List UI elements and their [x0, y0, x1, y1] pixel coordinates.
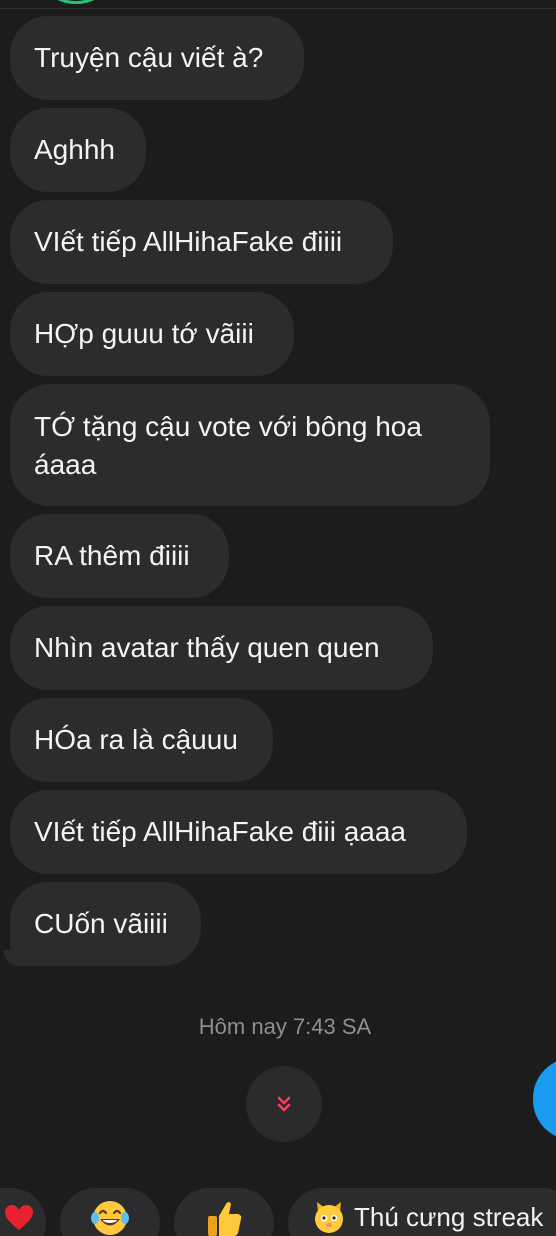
thumbs-up-icon — [208, 1202, 242, 1236]
chat-screen: Truyện cậu viết à? Aghhh VIết tiếp AllHi… — [0, 0, 556, 1236]
pet-streak-label: Thú cưng streak — [354, 1202, 544, 1232]
message-bubble[interactable]: Aghhh — [10, 108, 146, 192]
message-text: CUốn vãiiii — [34, 908, 168, 939]
message-bubble[interactable]: HÓa ra là cậuuu — [10, 698, 273, 782]
pet-face-icon — [315, 1202, 343, 1233]
laughing-tears-emoji-icon — [91, 1201, 129, 1235]
message-text: HỢp guuu tớ vãiii — [34, 318, 254, 349]
timestamp: Hôm nay 7:43 SA — [198, 1014, 372, 1039]
heart-icon — [5, 1205, 33, 1230]
message-text: Nhìn avatar thấy quen quen — [34, 632, 380, 663]
message-bubble[interactable]: Nhìn avatar thấy quen quen — [10, 606, 433, 690]
message-text: HÓa ra là cậuuu — [34, 724, 238, 755]
quick-laugh-button[interactable] — [60, 1188, 160, 1236]
message-text: VIết tiếp AllHihaFake điii ạaaa — [34, 816, 406, 847]
message-bubble[interactable]: CUốn vãiiii — [10, 882, 201, 966]
avatar-ring[interactable] — [44, 0, 108, 4]
message-bubble[interactable]: VIết tiếp AllHihaFake điii ạaaa — [10, 790, 467, 874]
message-text: Aghhh — [34, 134, 115, 165]
message-bubble[interactable]: HỢp guuu tớ vãiii — [10, 292, 294, 376]
scroll-to-bottom-button[interactable] — [246, 1066, 322, 1142]
message-text: RA thêm điiii — [34, 540, 190, 571]
message-text: TỚ tặng cậu vote với bông hoa áaaa — [34, 411, 422, 480]
message-bubble[interactable]: VIết tiếp AllHihaFake điiii — [10, 200, 393, 284]
action-button[interactable] — [533, 1058, 556, 1140]
pet-streak-button[interactable]: Thú cưng streak — [288, 1188, 556, 1236]
message-bubble[interactable]: RA thêm điiii — [10, 514, 229, 598]
message-bubble[interactable]: Truyện cậu viết à? — [10, 16, 304, 100]
message-text: VIết tiếp AllHihaFake điiii — [34, 226, 343, 257]
quick-heart-button[interactable] — [0, 1188, 46, 1236]
message-bubble[interactable]: TỚ tặng cậu vote với bông hoa áaaa — [10, 384, 490, 506]
quick-thumbs-up-button[interactable] — [174, 1188, 274, 1236]
double-chevron-down-icon — [277, 1096, 291, 1112]
divider — [0, 8, 556, 9]
message-text: Truyện cậu viết à? — [34, 42, 264, 73]
